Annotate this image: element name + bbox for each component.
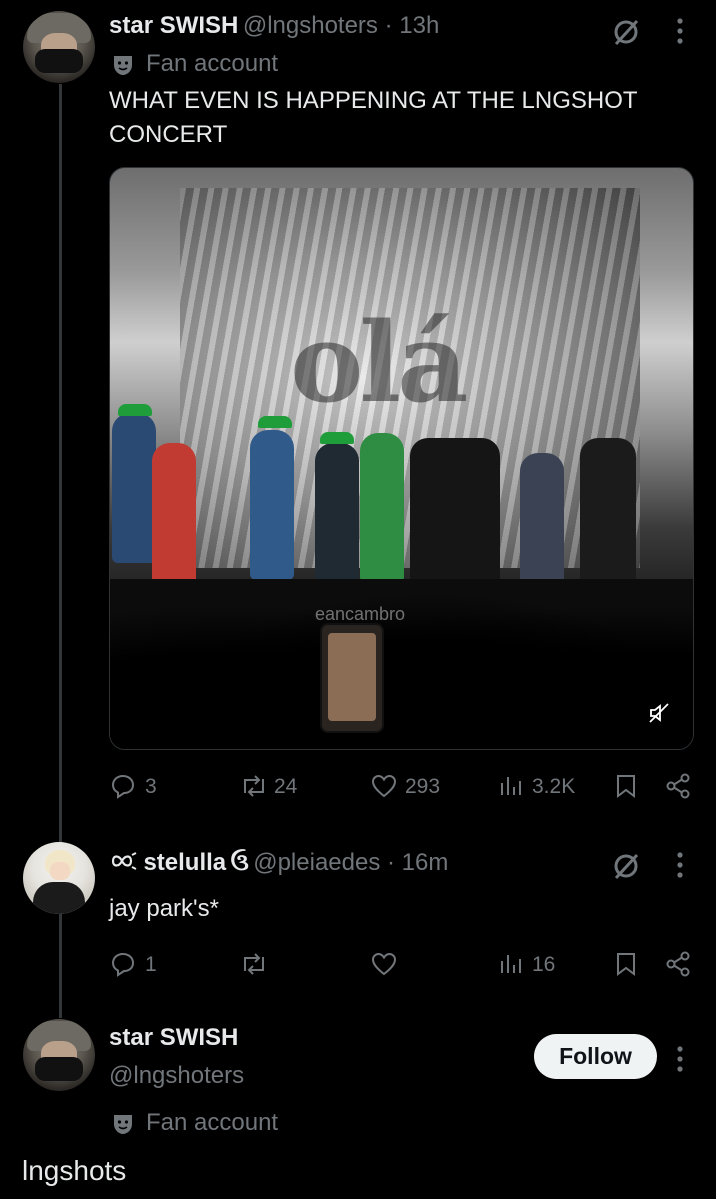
like-icon[interactable] [370,773,398,799]
avatar-face [50,862,70,880]
avatar[interactable] [23,11,95,83]
like-count: 293 [405,775,441,798]
performer [360,433,404,583]
view-count: 3.2K [532,775,576,798]
green-cap [320,432,354,444]
performer [315,443,359,593]
handle-time[interactable]: @lngshoters · 13h [243,12,439,39]
tweet-header: stelulla ઉ @pleiaedes · 16m [109,849,448,877]
views-icon[interactable] [498,773,524,799]
share-icon[interactable] [664,773,692,799]
more-options-icon[interactable] [674,850,686,880]
tweet-text: WHAT EVEN IS HAPPENING AT THE LNGSHOT CO… [109,87,638,148]
green-cap [118,404,152,416]
avatar-body [33,882,85,914]
profile-avatar[interactable] [23,1019,95,1091]
follow-button[interactable]: Follow [534,1034,657,1079]
more-options-icon[interactable] [674,16,686,46]
bookmark-icon[interactable] [614,951,638,977]
avatar[interactable] [23,842,95,914]
share-icon[interactable] [664,951,692,977]
name-suffix-glyph: ઉ [230,849,249,876]
performer [580,438,636,588]
view-count: 16 [532,953,556,976]
display-name[interactable]: stelulla [143,849,226,876]
green-cap [258,416,292,428]
bookmark-icon[interactable] [614,773,638,799]
tweet-video[interactable]: olá eancambro [109,167,694,750]
repost-icon[interactable] [240,951,268,977]
display-name[interactable]: star SWISH [109,12,238,39]
speaker-muted-icon [649,703,669,723]
profile-handle[interactable]: @lngshoters [109,1062,244,1090]
handle-time[interactable]: @pleiaedes · 16m [253,849,448,876]
repost-icon[interactable] [240,773,268,799]
theater-mask-icon [114,56,132,75]
repost-count: 24 [274,775,298,798]
reply-icon[interactable] [110,951,136,977]
mute-button[interactable] [641,695,677,731]
profile-display-name[interactable]: star SWISH [109,1024,238,1052]
more-options-icon[interactable] [674,1044,686,1074]
views-icon[interactable] [498,951,524,977]
name-emoji-icon [111,852,137,870]
performer [410,438,500,588]
fan-account-badge: Fan account [146,1109,279,1136]
profile-bio: lngshots [22,1155,127,1186]
performer [152,443,196,593]
grok-icon[interactable] [610,16,642,48]
like-icon[interactable] [370,951,398,977]
avatar-mask [35,49,83,73]
avatar-mask [35,1057,83,1081]
tweet-text: jay park's* [109,895,219,922]
audience-phone-screen [328,633,376,721]
tweet-header: star SWISH @lngshoters · 13h [109,12,439,40]
performer [250,430,294,580]
reply-count: 1 [145,953,157,976]
reply-icon[interactable] [110,773,136,799]
audience-phone [320,623,384,733]
fan-account-badge: Fan account [146,50,279,77]
performer [112,413,156,563]
theater-mask-icon [114,1115,132,1134]
stage-screen-text: olá [290,298,468,427]
reply-count: 3 [145,775,157,798]
grok-icon[interactable] [610,850,642,882]
video-watermark: eancambro [315,604,406,624]
